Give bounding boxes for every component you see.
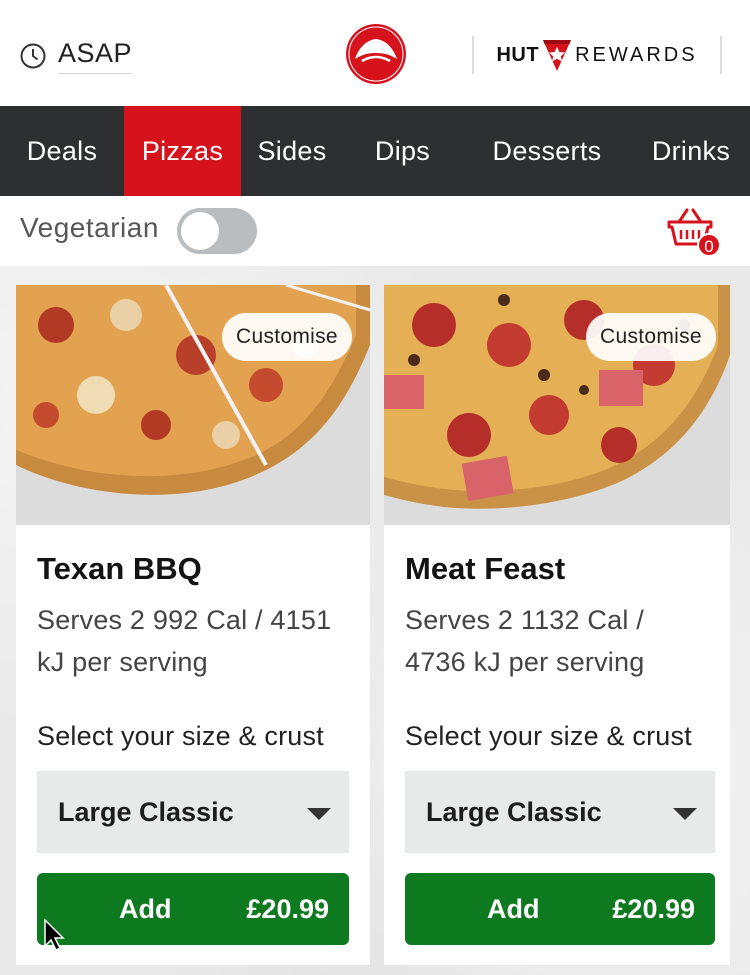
product-description: Serves 2 1132 Cal / 4736 kJ per serving bbox=[405, 605, 645, 677]
selected-size: Large Classic bbox=[426, 796, 602, 827]
header: ASAP HUT REWARDS bbox=[0, 0, 750, 106]
rewards-text: REWARDS bbox=[575, 43, 698, 66]
tab-deals[interactable]: Deals bbox=[0, 106, 124, 196]
tab-label: Dips bbox=[374, 135, 431, 166]
tab-label: Deals bbox=[26, 135, 98, 166]
size-crust-label: Select your size & crust bbox=[405, 721, 692, 751]
clock-icon bbox=[20, 43, 46, 69]
pizza-image[interactable]: Customise bbox=[16, 285, 370, 525]
tab-sides[interactable]: Sides bbox=[241, 106, 343, 196]
customise-button[interactable]: Customise bbox=[222, 313, 352, 361]
tab-desserts[interactable]: Desserts bbox=[462, 106, 632, 196]
basket-count-badge: 0 bbox=[697, 233, 721, 257]
tab-label: Pizzas bbox=[141, 135, 224, 166]
tab-drinks[interactable]: Drinks bbox=[632, 106, 750, 196]
basket-button[interactable]: 0 bbox=[667, 206, 723, 258]
vegetarian-toggle[interactable] bbox=[177, 208, 257, 254]
product-name: Texan BBQ bbox=[37, 551, 202, 586]
pizza-slice-icon bbox=[543, 40, 572, 71]
hut-rewards-link[interactable]: HUT REWARDS bbox=[472, 36, 722, 74]
add-to-basket-button[interactable]: Add £20.99 bbox=[37, 873, 349, 945]
delivery-time-label: ASAP bbox=[58, 38, 133, 74]
size-crust-label: Select your size & crust bbox=[37, 721, 324, 751]
add-label: Add bbox=[119, 894, 172, 924]
delivery-time-selector[interactable]: ASAP bbox=[20, 38, 133, 74]
size-crust-dropdown[interactable]: Large Classic bbox=[37, 771, 349, 853]
tab-label: Sides bbox=[257, 135, 327, 166]
toggle-knob bbox=[181, 212, 219, 250]
add-label: Add bbox=[487, 894, 540, 924]
product-card-meat-feast: Customise Meat Feast Serves 2 1132 Cal /… bbox=[384, 285, 730, 965]
tab-label: Drinks bbox=[651, 135, 731, 166]
tab-pizzas[interactable]: Pizzas bbox=[124, 106, 241, 196]
chevron-down-icon bbox=[673, 808, 697, 820]
size-crust-dropdown[interactable]: Large Classic bbox=[405, 771, 715, 853]
pizza-hut-logo[interactable] bbox=[345, 23, 407, 85]
category-nav: Deals Pizzas Sides Dips Desserts Drinks bbox=[0, 106, 750, 196]
price: £20.99 bbox=[612, 894, 695, 924]
filter-bar: Vegetarian 0 bbox=[0, 196, 750, 266]
selected-size: Large Classic bbox=[58, 796, 234, 827]
tab-label: Desserts bbox=[492, 135, 602, 166]
tab-dips[interactable]: Dips bbox=[343, 106, 462, 196]
mouse-cursor-icon bbox=[44, 918, 65, 952]
product-description: Serves 2 992 Cal / 4151 kJ per serving bbox=[37, 605, 332, 677]
vegetarian-label: Vegetarian bbox=[20, 212, 159, 243]
add-to-basket-button[interactable]: Add £20.99 bbox=[405, 873, 715, 945]
product-name: Meat Feast bbox=[405, 551, 566, 586]
product-card-texan-bbq: Customise Texan BBQ Serves 2 992 Cal / 4… bbox=[16, 285, 370, 965]
chevron-down-icon bbox=[307, 808, 331, 820]
customise-button[interactable]: Customise bbox=[586, 313, 716, 361]
rewards-hut-text: HUT bbox=[496, 43, 540, 66]
pizza-image[interactable]: Customise bbox=[384, 285, 730, 525]
price: £20.99 bbox=[246, 894, 329, 924]
